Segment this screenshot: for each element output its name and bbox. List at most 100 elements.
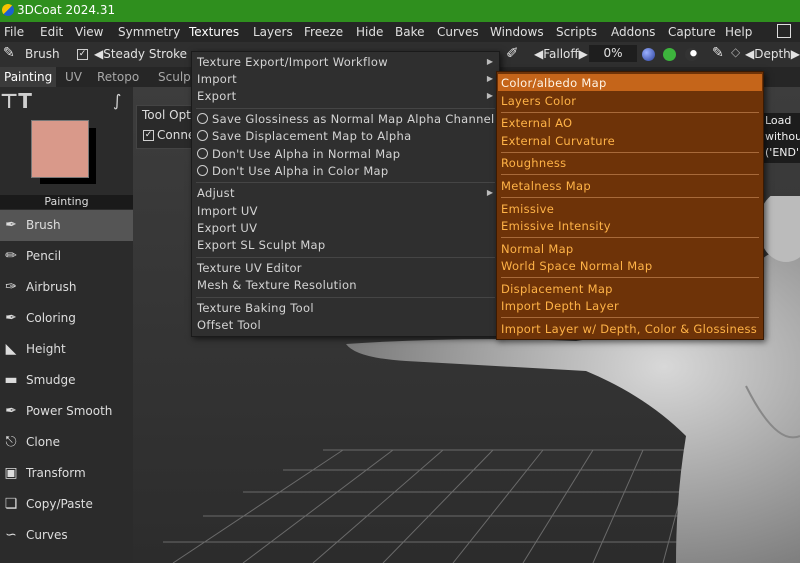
menu-capture[interactable]: Capture xyxy=(668,25,716,39)
menu-item-export-sl-sculpt[interactable]: Export SL Sculpt Map xyxy=(197,238,326,252)
menu-scripts[interactable]: Scripts xyxy=(556,25,597,39)
menu-edit[interactable]: Edit xyxy=(40,25,63,39)
tool-coloring[interactable]: ✒ Coloring xyxy=(0,303,133,334)
tab-retopo[interactable]: Retopo xyxy=(97,70,139,84)
submenu-arrow-icon: ▶ xyxy=(486,74,493,83)
menu-bake[interactable]: Bake xyxy=(395,25,425,39)
connect-label: Conne xyxy=(157,128,196,142)
menu-separator xyxy=(501,237,759,238)
falloff-value[interactable]: 0% xyxy=(589,45,637,62)
menu-hide[interactable]: Hide xyxy=(356,25,383,39)
import-layers-color[interactable]: Layers Color xyxy=(501,94,576,108)
tab-painting[interactable]: Painting xyxy=(0,67,57,87)
submenu-arrow-icon: ▶ xyxy=(486,57,493,66)
menu-textures[interactable]: Textures xyxy=(189,25,239,39)
import-displacement-map[interactable]: Displacement Map xyxy=(501,282,613,296)
sphere-toggle-icon[interactable] xyxy=(685,48,698,61)
import-color-albedo[interactable]: Color/albedo Map xyxy=(501,76,607,90)
import-external-curvature[interactable]: External Curvature xyxy=(501,134,615,148)
tab-uv[interactable]: UV xyxy=(65,70,82,84)
tool-brush[interactable]: ✒ Brush xyxy=(0,210,133,241)
import-metalness[interactable]: Metalness Map xyxy=(501,179,591,193)
edit-icon[interactable]: ✎ xyxy=(712,45,724,61)
menu-windows[interactable]: Windows xyxy=(490,25,544,39)
pencil-icon: ✏ xyxy=(5,248,17,264)
menu-item-adjust[interactable]: Adjust xyxy=(197,186,235,200)
radio-icon xyxy=(197,113,208,124)
import-roughness[interactable]: Roughness xyxy=(501,156,566,170)
menu-freeze[interactable]: Freeze xyxy=(304,25,343,39)
import-submenu: Color/albedo Map Layers Color External A… xyxy=(496,71,764,340)
menu-separator xyxy=(196,182,495,183)
menu-help[interactable]: Help xyxy=(725,25,752,39)
brush-label[interactable]: Brush xyxy=(25,47,60,61)
info-line-2: withou xyxy=(765,130,800,143)
menu-item-export-uv[interactable]: Export UV xyxy=(197,221,257,235)
tool-clone[interactable]: ⎋ Clone xyxy=(0,427,133,458)
power-smooth-icon: ✒ xyxy=(5,403,17,419)
panel-section-title: Painting xyxy=(0,195,133,209)
menu-item-mesh-texture-resolution[interactable]: Mesh & Texture Resolution xyxy=(197,278,357,292)
tab-sculpt[interactable]: Sculpt xyxy=(158,70,195,84)
menu-addons[interactable]: Addons xyxy=(611,25,655,39)
tool-power-smooth[interactable]: ✒ Power Smooth xyxy=(0,396,133,427)
app-title: 3DCoat 2024.31 xyxy=(17,3,116,17)
tool-smudge[interactable]: ▬ Smudge xyxy=(0,365,133,396)
tool-height[interactable]: ◣ Height xyxy=(0,334,133,365)
menu-item-export[interactable]: Export xyxy=(197,89,236,103)
menu-item-texture-workflow[interactable]: Texture Export/Import Workflow xyxy=(197,55,388,69)
brush-stroke-icon[interactable]: ∫ xyxy=(113,91,121,110)
menu-item-no-alpha-color[interactable]: Don't Use Alpha in Color Map xyxy=(197,164,389,178)
falloff-label[interactable]: ◀Falloff▶ xyxy=(534,47,588,61)
import-layer-depth-color-gloss[interactable]: Import Layer w/ Depth, Color & Glossines… xyxy=(501,322,757,336)
menu-item-save-displacement[interactable]: Save Displacement Map to Alpha xyxy=(197,129,411,143)
menu-file[interactable]: File xyxy=(4,25,24,39)
steady-stroke-label[interactable]: ◀Steady Stroke xyxy=(94,47,187,61)
tool-transform[interactable]: ▣ Transform xyxy=(0,458,133,489)
menu-item-import-uv[interactable]: Import UV xyxy=(197,204,258,218)
brush-icon: ✎ xyxy=(3,45,15,61)
pen-icon[interactable]: ✐ xyxy=(506,44,519,62)
tool-pencil[interactable]: ✏ Pencil xyxy=(0,241,133,272)
menu-item-texture-uv-editor[interactable]: Texture UV Editor xyxy=(197,261,302,275)
tool-curves[interactable]: ∽ Curves xyxy=(0,520,133,551)
import-emissive[interactable]: Emissive xyxy=(501,202,554,216)
import-emissive-intensity[interactable]: Emissive Intensity xyxy=(501,219,611,233)
window-toggle-icon[interactable] xyxy=(777,24,791,38)
airbrush-icon: ✑ xyxy=(5,279,17,295)
steady-stroke-checkbox[interactable]: ✓ xyxy=(77,49,88,60)
foreground-color-swatch[interactable] xyxy=(31,120,89,178)
menu-item-save-glossiness[interactable]: Save Glossiness as Normal Map Alpha Chan… xyxy=(197,112,495,126)
smudge-icon: ▬ xyxy=(4,372,18,388)
depth-label[interactable]: ◀Depth▶ xyxy=(745,47,800,61)
import-normal-map[interactable]: Normal Map xyxy=(501,242,574,256)
menu-symmetry[interactable]: Symmetry xyxy=(118,25,180,39)
textures-menu: Texture Export/Import Workflow ▶ Import … xyxy=(191,51,500,337)
menu-separator xyxy=(196,297,495,298)
connect-checkbox[interactable]: ✓ xyxy=(143,130,154,141)
menu-item-texture-baking[interactable]: Texture Baking Tool xyxy=(197,301,314,315)
material-sphere-icon[interactable] xyxy=(642,48,655,61)
import-depth-layer[interactable]: Import Depth Layer xyxy=(501,299,619,313)
tool-airbrush[interactable]: ✑ Airbrush xyxy=(0,272,133,303)
clone-icon: ⎋ xyxy=(5,434,17,450)
import-world-space-normal[interactable]: World Space Normal Map xyxy=(501,259,652,273)
height-icon: ◣ xyxy=(5,341,17,357)
submenu-arrow-icon: ▶ xyxy=(486,188,493,197)
menu-item-no-alpha-normal[interactable]: Don't Use Alpha in Normal Map xyxy=(197,147,400,161)
green-sphere-icon[interactable] xyxy=(663,48,676,61)
app-logo-icon xyxy=(2,4,14,16)
text-tool-icon[interactable]: ⊤T xyxy=(0,89,32,113)
menu-layers[interactable]: Layers xyxy=(253,25,293,39)
import-external-ao[interactable]: External AO xyxy=(501,116,572,130)
menu-item-import[interactable]: Import xyxy=(197,72,237,86)
tool-copy-paste[interactable]: ❏ Copy/Paste xyxy=(0,489,133,520)
menu-separator xyxy=(501,277,759,278)
lock-icon[interactable]: ◇ xyxy=(731,45,740,59)
info-line-1: Load xyxy=(765,114,792,127)
menu-view[interactable]: View xyxy=(75,25,103,39)
menu-separator xyxy=(196,257,495,258)
menu-curves[interactable]: Curves xyxy=(437,25,479,39)
radio-icon xyxy=(197,130,208,141)
menu-item-offset-tool[interactable]: Offset Tool xyxy=(197,318,261,332)
